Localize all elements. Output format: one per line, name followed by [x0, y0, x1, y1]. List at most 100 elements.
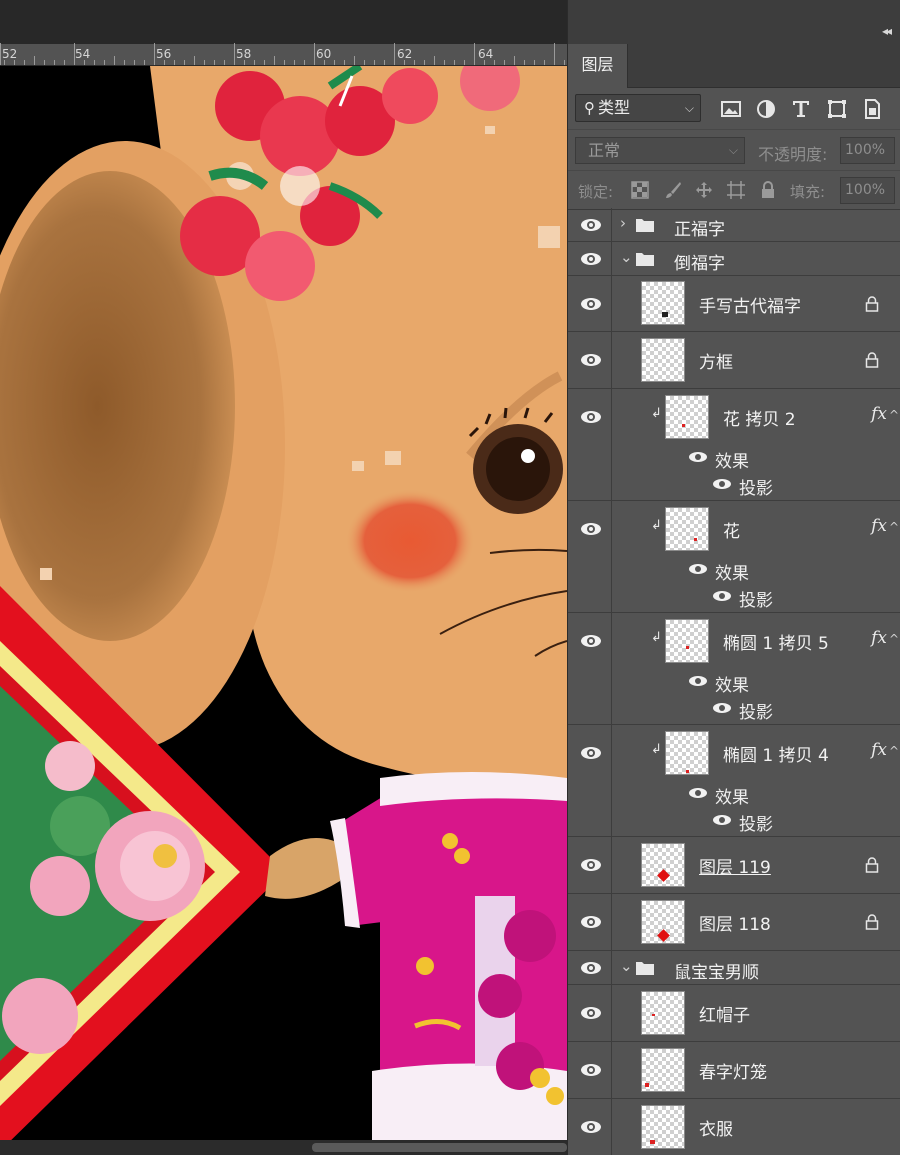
- layer-119[interactable]: 图层 119: [568, 837, 900, 894]
- fx-icon[interactable]: fx: [871, 516, 887, 536]
- chevron-right-icon[interactable]: ›: [620, 214, 626, 232]
- shape-filter-icon[interactable]: [826, 98, 848, 120]
- layer-tuoyuan-copy5[interactable]: ↲ 椭圆 1 拷贝 5 fx ^ 效果 投影: [568, 613, 900, 725]
- layer-name: 花 拷贝 2: [723, 410, 796, 430]
- drop-shadow-eye-icon[interactable]: [712, 590, 732, 602]
- effects-label: 效果: [715, 564, 749, 584]
- layer-thumbnail: [641, 338, 685, 382]
- visibility-cell[interactable]: [568, 837, 612, 893]
- horizontal-ruler[interactable]: 52 54 56 58 60 62 64: [0, 43, 567, 66]
- drop-shadow-eye-icon[interactable]: [712, 702, 732, 714]
- horizontal-scrollbar[interactable]: [0, 1140, 567, 1155]
- lock-all-icon[interactable]: [759, 181, 777, 199]
- eye-icon[interactable]: [580, 915, 602, 929]
- eye-icon[interactable]: [580, 1063, 602, 1077]
- layer-thumbnail: [641, 843, 685, 887]
- visibility-cell[interactable]: [568, 242, 612, 275]
- chevron-down-icon[interactable]: ⌄: [620, 957, 633, 975]
- ruler-tick: [504, 60, 505, 65]
- layer-group-zhengfu[interactable]: › 正福字: [568, 208, 900, 242]
- visibility-cell[interactable]: [568, 501, 612, 612]
- opacity-input[interactable]: 100%: [840, 137, 895, 164]
- layer-name: 方框: [699, 353, 733, 373]
- eye-icon[interactable]: [580, 634, 602, 648]
- visibility-cell[interactable]: [568, 1099, 612, 1155]
- effects-eye-icon[interactable]: [688, 787, 708, 799]
- filter-kind-select[interactable]: ⚲ 类型 ⌵: [575, 94, 701, 122]
- visibility-cell[interactable]: [568, 332, 612, 388]
- visibility-cell[interactable]: [568, 613, 612, 724]
- eye-icon[interactable]: [580, 353, 602, 367]
- blend-mode-select[interactable]: 正常 ⌵: [575, 137, 745, 164]
- ruler-tick: [144, 60, 145, 65]
- ruler-label: 62: [397, 47, 413, 61]
- layer-shouxie-fuzi[interactable]: 手写古代福字: [568, 276, 900, 332]
- fur-speck: [40, 568, 52, 580]
- chevron-up-icon[interactable]: ^: [889, 632, 899, 646]
- layer-thumbnail: [641, 1048, 685, 1092]
- artwork-canvas[interactable]: [0, 66, 567, 1140]
- layer-tuoyuan-copy4[interactable]: ↲ 椭圆 1 拷贝 4 fx ^ 效果 投影: [568, 725, 900, 837]
- visibility-cell[interactable]: [568, 208, 612, 241]
- effects-eye-icon[interactable]: [688, 675, 708, 687]
- layer-hongmaozi[interactable]: 红帽子: [568, 985, 900, 1042]
- eye-icon[interactable]: [580, 297, 602, 311]
- visibility-cell[interactable]: [568, 985, 612, 1041]
- eye-icon[interactable]: [580, 1120, 602, 1134]
- clipping-mask-icon: ↲: [651, 406, 662, 421]
- lock-transparency-icon[interactable]: [631, 181, 649, 199]
- eye-icon[interactable]: [580, 522, 602, 536]
- image-filter-icon[interactable]: [720, 98, 742, 120]
- visibility-cell[interactable]: [568, 894, 612, 950]
- lock-artboard-icon[interactable]: [727, 181, 745, 199]
- layer-name: 春字灯笼: [699, 1063, 767, 1083]
- chevron-up-icon[interactable]: ^: [889, 744, 899, 758]
- eye-icon[interactable]: [580, 410, 602, 424]
- visibility-cell[interactable]: [568, 389, 612, 500]
- chevron-up-icon[interactable]: ^: [889, 520, 899, 534]
- fx-icon[interactable]: fx: [871, 628, 887, 648]
- layer-118[interactable]: 图层 118: [568, 894, 900, 951]
- fill-input[interactable]: 100%: [840, 177, 895, 204]
- eye-icon[interactable]: [580, 746, 602, 760]
- smart-object-filter-icon[interactable]: [861, 98, 883, 120]
- layer-hua-copy2[interactable]: ↲ 花 拷贝 2 fx ^ 效果 投影: [568, 389, 900, 501]
- tab-layers[interactable]: 图层: [568, 44, 628, 88]
- ruler-tick: [494, 60, 495, 65]
- lock-move-icon[interactable]: [695, 181, 713, 199]
- visibility-cell[interactable]: [568, 725, 612, 836]
- ruler-tick: [0, 43, 1, 65]
- scrollbar-thumb[interactable]: [312, 1143, 567, 1152]
- effects-eye-icon[interactable]: [688, 563, 708, 575]
- lock-icon: [865, 857, 879, 873]
- ruler-tick: [44, 60, 45, 65]
- fx-icon[interactable]: fx: [871, 404, 887, 424]
- visibility-cell[interactable]: [568, 951, 612, 984]
- drop-shadow-eye-icon[interactable]: [712, 478, 732, 490]
- adjustment-filter-icon[interactable]: [755, 98, 777, 120]
- eye-icon[interactable]: [580, 218, 602, 232]
- layer-fangkuang[interactable]: 方框: [568, 332, 900, 389]
- eye-icon[interactable]: [580, 1006, 602, 1020]
- layer-group-daofu[interactable]: ⌄ 倒福字: [568, 242, 900, 276]
- visibility-cell[interactable]: [568, 276, 612, 331]
- chevron-up-icon[interactable]: ^: [889, 408, 899, 422]
- layer-name[interactable]: 图层 119: [699, 853, 771, 878]
- visibility-cell[interactable]: [568, 1042, 612, 1098]
- eye-icon[interactable]: [580, 858, 602, 872]
- eye-icon[interactable]: [580, 252, 602, 266]
- layer-yifu[interactable]: 衣服: [568, 1099, 900, 1155]
- eye-icon[interactable]: [580, 961, 602, 975]
- type-filter-icon[interactable]: [790, 98, 812, 120]
- layer-hua[interactable]: ↲ 花 fx ^ 效果 投影: [568, 501, 900, 613]
- effects-eye-icon[interactable]: [688, 451, 708, 463]
- double-chevron-left-icon[interactable]: ◂◂: [882, 24, 892, 38]
- fx-icon[interactable]: fx: [871, 740, 887, 760]
- drop-shadow-eye-icon[interactable]: [712, 814, 732, 826]
- ruler-tick: [394, 43, 395, 65]
- layer-chunzi-denglong[interactable]: 春字灯笼: [568, 1042, 900, 1099]
- chevron-down-icon[interactable]: ⌄: [620, 248, 633, 266]
- layer-group-shubao[interactable]: ⌄ 鼠宝宝男顺: [568, 951, 900, 985]
- chevron-down-icon: ⌵: [728, 143, 738, 157]
- lock-brush-icon[interactable]: [664, 181, 682, 199]
